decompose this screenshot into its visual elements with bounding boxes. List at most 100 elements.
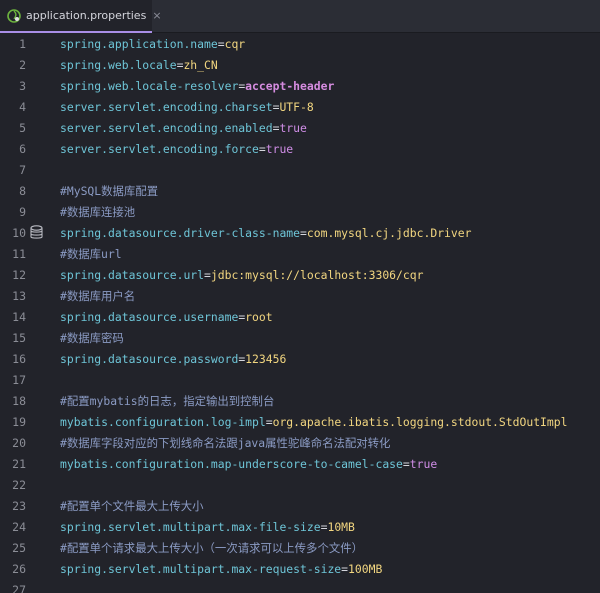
- code-line[interactable]: 25 #配置单个请求最大上传大小（一次请求可以上传多个文件）: [0, 537, 600, 558]
- property-value: 123456: [245, 351, 287, 366]
- property-key: spring.datasource.url: [60, 267, 205, 282]
- code-text: #数据库url: [60, 246, 122, 262]
- property-value: true: [409, 456, 438, 471]
- property-key: server.servlet.encoding.charset: [60, 99, 273, 114]
- code-line[interactable]: 8 #MySQL数据库配置: [0, 180, 600, 201]
- property-key: spring.datasource.driver-class-name: [60, 225, 301, 240]
- code-text: spring.web.locale-resolver=accept-header: [60, 79, 334, 93]
- comment-text: #配置单个文件最大上传大小: [60, 498, 204, 513]
- line-number: 4: [19, 99, 26, 114]
- property-key: server.servlet.encoding.force: [60, 141, 259, 156]
- code-text: #MySQL数据库配置: [60, 183, 158, 199]
- code-text: spring.application.name=cqr: [60, 37, 245, 51]
- code-text: server.servlet.encoding.enabled=true: [60, 121, 307, 135]
- code-text: spring.datasource.password=123456: [60, 352, 286, 366]
- code-line[interactable]: 10 spring.datasource.driver-class-name=co…: [0, 222, 600, 243]
- code-text: #配置mybatis的日志，指定输出到控制台: [60, 393, 274, 409]
- property-value: accept-header: [245, 78, 335, 93]
- property-value: UTF-8: [279, 99, 314, 114]
- comment-text: #数据库用户名: [60, 288, 136, 303]
- code-text: server.servlet.encoding.charset=UTF-8: [60, 100, 314, 114]
- property-key: spring.web.locale: [60, 57, 177, 72]
- code-text: spring.servlet.multipart.max-request-siz…: [60, 562, 382, 576]
- code-text: #数据库字段对应的下划线命名法跟java属性驼峰命名法配对转化: [60, 435, 390, 451]
- code-text: #配置单个文件最大上传大小: [60, 498, 204, 514]
- code-text: #数据库连接池: [60, 204, 135, 220]
- code-text: spring.datasource.driver-class-name=com.…: [60, 226, 471, 240]
- property-key: spring.application.name: [60, 36, 218, 51]
- code-line[interactable]: 17: [0, 369, 600, 390]
- property-key: server.servlet.encoding.enabled: [60, 120, 273, 135]
- spring-leaf-icon: [6, 8, 22, 24]
- line-number: 14: [12, 309, 26, 324]
- line-number: 21: [12, 456, 26, 471]
- property-value: root: [245, 309, 273, 324]
- property-value: zh_CN: [183, 57, 218, 72]
- code-line[interactable]: 1 spring.application.name=cqr: [0, 33, 600, 54]
- code-line[interactable]: 21 mybatis.configuration.map-underscore-t…: [0, 453, 600, 474]
- code-line[interactable]: 24 spring.servlet.multipart.max-file-size…: [0, 516, 600, 537]
- line-number: 6: [19, 141, 26, 156]
- line-number: 25: [12, 540, 26, 555]
- property-key: spring.datasource.password: [60, 351, 239, 366]
- line-number: 8: [19, 183, 26, 198]
- line-number: 20: [12, 435, 26, 450]
- code-line[interactable]: 14 spring.datasource.username=root: [0, 306, 600, 327]
- property-value: true: [265, 141, 294, 156]
- code-line[interactable]: 4 server.servlet.encoding.charset=UTF-8: [0, 96, 600, 117]
- code-line[interactable]: 5 server.servlet.encoding.enabled=true: [0, 117, 600, 138]
- property-key: spring.web.locale-resolver: [60, 78, 239, 93]
- code-line[interactable]: 19 mybatis.configuration.log-impl=org.apa…: [0, 411, 600, 432]
- tab-label: application.properties: [26, 9, 147, 22]
- property-value: jdbc:mysql://localhost:3306/cqr: [210, 267, 424, 282]
- line-number: 5: [19, 120, 26, 135]
- tab-application-properties[interactable]: application.properties ×: [0, 0, 162, 33]
- property-value: 100MB: [348, 561, 383, 576]
- line-number: 23: [12, 498, 26, 513]
- line-number: 19: [12, 414, 26, 429]
- code-text: spring.web.locale=zh_CN: [60, 58, 218, 72]
- code-line[interactable]: 12 spring.datasource.url=jdbc:mysql://loc…: [0, 264, 600, 285]
- code-text: mybatis.configuration.map-underscore-to-…: [60, 457, 437, 471]
- property-value: true: [279, 120, 307, 135]
- code-line[interactable]: 9 #数据库连接池: [0, 201, 600, 222]
- code-line[interactable]: 23 #配置单个文件最大上传大小: [0, 495, 600, 516]
- line-number: 2: [19, 57, 26, 72]
- property-key: mybatis.configuration.map-underscore-to-…: [60, 456, 403, 471]
- comment-text: #MySQL数据库配置: [60, 183, 159, 198]
- code-line[interactable]: 16 spring.datasource.password=123456: [0, 348, 600, 369]
- database-icon[interactable]: [30, 225, 43, 240]
- code-text: spring.datasource.url=jdbc:mysql://local…: [60, 268, 423, 282]
- code-text: #配置单个请求最大上传大小（一次请求可以上传多个文件）: [60, 540, 363, 556]
- line-number: 7: [19, 162, 26, 177]
- equals-sign: =: [258, 141, 266, 156]
- line-number: 18: [12, 393, 26, 408]
- code-line[interactable]: 2 spring.web.locale=zh_CN: [0, 54, 600, 75]
- code-line[interactable]: 18 #配置mybatis的日志，指定输出到控制台: [0, 390, 600, 411]
- code-line[interactable]: 20 #数据库字段对应的下划线命名法跟java属性驼峰命名法配对转化: [0, 432, 600, 453]
- line-number: 9: [19, 204, 26, 219]
- equals-sign: =: [402, 456, 410, 471]
- close-icon[interactable]: ×: [152, 9, 161, 22]
- code-line[interactable]: 26 spring.servlet.multipart.max-request-s…: [0, 558, 600, 579]
- code-line[interactable]: 7: [0, 159, 600, 180]
- property-key: spring.servlet.multipart.max-file-size: [60, 519, 321, 534]
- code-line[interactable]: 3 spring.web.locale-resolver=accept-heade…: [0, 75, 600, 96]
- code-editor[interactable]: 1 spring.application.name=cqr 2 spring.web.…: [0, 33, 600, 593]
- code-text: #数据库用户名: [60, 288, 135, 304]
- code-text: spring.datasource.username=root: [60, 310, 273, 324]
- code-line[interactable]: 22: [0, 474, 600, 495]
- code-text: #数据库密码: [60, 330, 124, 346]
- code-line[interactable]: 11 #数据库url: [0, 243, 600, 264]
- property-value: 10MB: [327, 519, 355, 534]
- code-line[interactable]: 27: [0, 579, 600, 593]
- code-line[interactable]: 6 server.servlet.encoding.force=true: [0, 138, 600, 159]
- equals-sign: =: [217, 36, 225, 51]
- line-number: 13: [12, 288, 26, 303]
- line-number: 22: [12, 477, 26, 492]
- code-line[interactable]: 13 #数据库用户名: [0, 285, 600, 306]
- comment-text: #数据库url: [60, 246, 122, 261]
- code-line[interactable]: 15 #数据库密码: [0, 327, 600, 348]
- line-number: 3: [19, 78, 26, 93]
- comment-text: #数据库密码: [60, 330, 124, 345]
